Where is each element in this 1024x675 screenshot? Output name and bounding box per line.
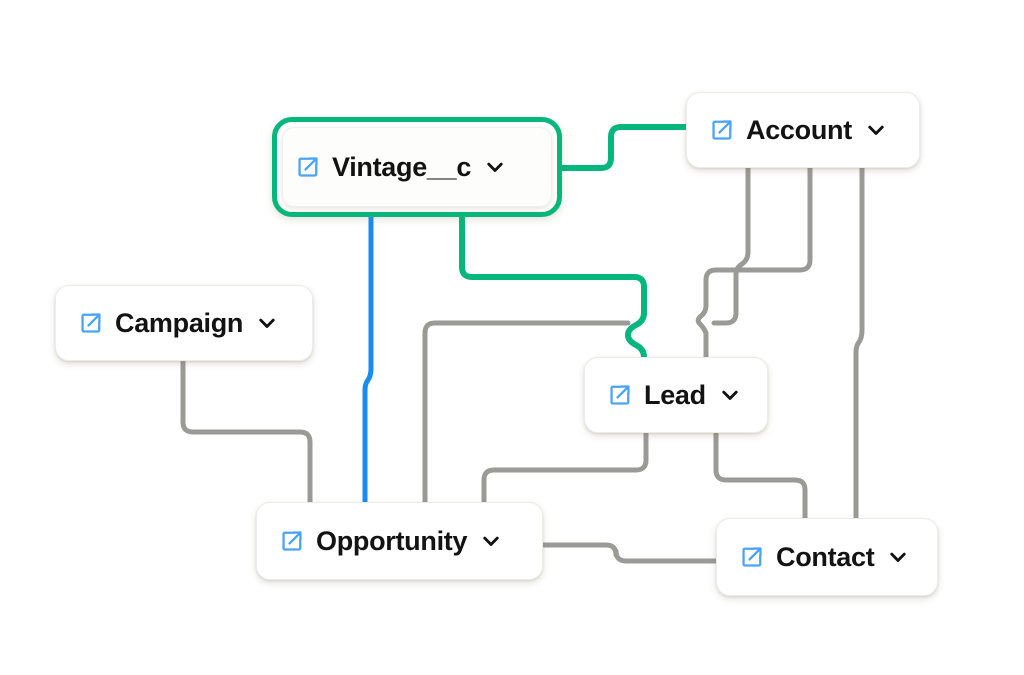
node-content: Campaign xyxy=(78,307,277,338)
node-label: Contact xyxy=(776,541,875,572)
graph-canvas[interactable]: Vintage__c Account Campaign Lead Opportunity… xyxy=(0,0,1024,675)
node-contact[interactable]: Contact xyxy=(716,518,938,596)
external-link-icon xyxy=(742,547,762,567)
node-layer: Vintage__c Account Campaign Lead Opportunity… xyxy=(0,0,1024,675)
node-label: Lead xyxy=(644,379,706,410)
external-link-icon xyxy=(298,157,318,177)
external-link-icon xyxy=(712,120,732,140)
node-content: Opportunity xyxy=(279,525,501,556)
node-vintage[interactable]: Vintage__c xyxy=(272,117,562,217)
external-link-icon xyxy=(610,385,630,405)
node-lead[interactable]: Lead xyxy=(584,357,768,433)
node-content: Account xyxy=(709,114,886,145)
node-label: Campaign xyxy=(115,307,244,338)
node-content: Vintage__c xyxy=(295,151,505,182)
node-label: Vintage__c xyxy=(332,151,472,182)
node-campaign[interactable]: Campaign xyxy=(55,285,313,361)
external-link-icon xyxy=(282,531,302,551)
node-content: Contact xyxy=(739,541,908,572)
node-label: Account xyxy=(746,114,852,145)
node-opportunity[interactable]: Opportunity xyxy=(256,502,543,580)
node-label: Opportunity xyxy=(316,525,468,556)
chevron-down-icon[interactable] xyxy=(888,547,908,567)
chevron-down-icon[interactable] xyxy=(485,157,505,177)
chevron-down-icon[interactable] xyxy=(720,385,740,405)
node-account[interactable]: Account xyxy=(686,92,920,168)
external-link-icon xyxy=(81,313,101,333)
chevron-down-icon[interactable] xyxy=(257,313,277,333)
chevron-down-icon[interactable] xyxy=(481,531,501,551)
node-content: Lead xyxy=(607,379,740,410)
chevron-down-icon[interactable] xyxy=(866,120,886,140)
